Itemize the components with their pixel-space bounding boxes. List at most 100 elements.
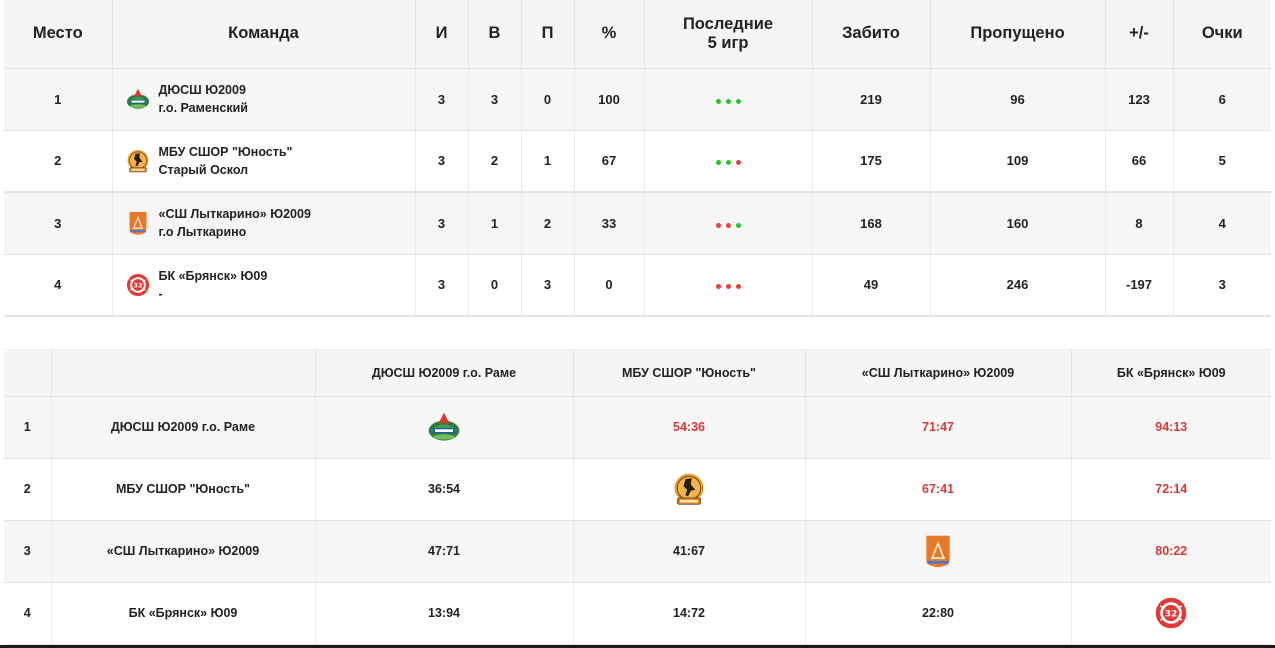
matrix-score-cell[interactable]: 36:54 <box>315 458 574 521</box>
win-dot <box>725 98 731 104</box>
wins-cell: 3 <box>468 68 522 131</box>
team-city: Старый Оскол <box>158 162 249 177</box>
matrix-row: 3 «СШ Лыткарино» Ю2009 47:71 41:67 80:22 <box>4 520 1271 583</box>
win-dot <box>725 160 731 166</box>
header-last5-line1: Последние <box>682 14 774 33</box>
percent-cell: 33 <box>574 192 645 255</box>
conceded-cell: 246 <box>930 254 1106 317</box>
diff-cell: 8 <box>1105 192 1174 255</box>
team-cell[interactable]: «СШ Лыткарино» Ю2009 г.о Лыткарино <box>112 192 416 255</box>
matrix-score-cell[interactable]: 22:80 <box>805 582 1072 645</box>
matrix-header-empty-idx <box>4 350 52 397</box>
place-cell: 3 <box>4 192 113 255</box>
conceded-cell: 109 <box>930 130 1106 193</box>
header-team[interactable]: Команда <box>112 0 416 69</box>
header-games[interactable]: И <box>415 0 469 69</box>
last5-dots <box>715 222 741 228</box>
standings-row: 2 МБУ СШОР "Юность" Старый Оскол 3 2 1 6… <box>4 130 1271 193</box>
scored-cell: 175 <box>812 130 931 193</box>
wins-cell: 0 <box>468 254 522 317</box>
diff-cell: -197 <box>1105 254 1174 317</box>
matrix-score-cell[interactable]: 94:13 <box>1071 396 1271 459</box>
matrix-self-cell <box>573 458 806 521</box>
matrix-header-team-2[interactable]: МБУ СШОР "Юность" <box>573 350 806 397</box>
header-percent[interactable]: % <box>574 0 645 69</box>
header-scored[interactable]: Забито <box>812 0 931 69</box>
loss-dot <box>735 160 741 166</box>
matrix-score-cell[interactable]: 71:47 <box>805 396 1072 459</box>
header-wins[interactable]: В <box>468 0 522 69</box>
ramenskoe-logo-icon <box>426 409 462 445</box>
matrix-row-index: 2 <box>4 458 52 521</box>
matrix-score-cell[interactable]: 54:36 <box>573 396 806 459</box>
last5-cell <box>644 68 813 131</box>
matrix-score-cell[interactable]: 41:67 <box>573 520 806 583</box>
losses-cell: 2 <box>521 192 575 255</box>
matrix-score-cell[interactable]: 47:71 <box>315 520 574 583</box>
matrix-row: 1 ДЮСШ Ю2009 г.о. Раме 54:36 71:47 94:13 <box>4 396 1271 459</box>
tables-spacer <box>4 317 1271 350</box>
standings-table: Место Команда И В П % Последние 5 игр За… <box>4 0 1271 317</box>
matrix-score-cell[interactable]: 67:41 <box>805 458 1072 521</box>
last5-dots <box>715 160 741 166</box>
matrix-row-team[interactable]: БК «Брянск» Ю09 <box>51 582 316 645</box>
points-cell: 4 <box>1173 192 1271 255</box>
loss-dot <box>735 284 741 290</box>
loss-dot <box>725 222 731 228</box>
team-name[interactable]: ДЮСШ Ю2009 <box>159 81 248 99</box>
win-dot <box>735 98 741 104</box>
results-matrix-table: ДЮСШ Ю2009 г.о. Раме МБУ СШОР "Юность" «… <box>4 350 1271 645</box>
matrix-score-cell[interactable]: 14:72 <box>573 582 806 645</box>
team-name[interactable]: БК «Брянск» Ю09 <box>159 267 268 285</box>
matrix-score-cell[interactable]: 72:14 <box>1071 458 1271 521</box>
scored-cell: 219 <box>812 68 931 131</box>
conceded-cell: 160 <box>930 192 1106 255</box>
win-dot <box>715 98 721 104</box>
lytkarino-logo-icon <box>125 210 151 236</box>
place-cell: 4 <box>4 254 113 317</box>
win-dot <box>735 222 741 228</box>
conceded-cell: 96 <box>930 68 1106 131</box>
team-name[interactable]: «СШ Лыткарино» Ю2009 <box>159 205 311 223</box>
header-place[interactable]: Место <box>4 0 113 69</box>
percent-cell: 0 <box>574 254 645 317</box>
header-last5[interactable]: Последние 5 игр <box>644 0 813 69</box>
matrix-score-cell[interactable]: 80:22 <box>1071 520 1271 583</box>
win-dot <box>715 160 721 166</box>
bryansk-logo-icon <box>1153 595 1189 631</box>
matrix-row-team[interactable]: «СШ Лыткарино» Ю2009 <box>51 520 316 583</box>
header-points[interactable]: Очки <box>1173 0 1271 69</box>
games-cell: 3 <box>415 254 469 317</box>
wins-cell: 1 <box>468 192 522 255</box>
matrix-row-index: 3 <box>4 520 52 583</box>
last5-cell <box>644 192 813 255</box>
header-diff[interactable]: +/- <box>1105 0 1174 69</box>
wins-cell: 2 <box>468 130 522 193</box>
team-name[interactable]: МБУ СШОР "Юность" <box>159 143 293 161</box>
matrix-row: 4 БК «Брянск» Ю09 13:94 14:72 22:80 <box>4 582 1271 645</box>
header-conceded[interactable]: Пропущено <box>930 0 1106 69</box>
last5-dots <box>715 98 741 104</box>
matrix-score-cell[interactable]: 13:94 <box>315 582 574 645</box>
percent-cell: 67 <box>574 130 645 193</box>
matrix-header-empty-team <box>51 350 316 397</box>
team-cell[interactable]: БК «Брянск» Ю09 - <box>112 254 416 317</box>
team-cell[interactable]: МБУ СШОР "Юность" Старый Оскол <box>112 130 416 193</box>
header-losses[interactable]: П <box>521 0 575 69</box>
matrix-self-cell <box>805 520 1072 583</box>
matrix-row-index: 1 <box>4 396 52 459</box>
matrix-self-cell <box>315 396 574 459</box>
standings-row: 1 ДЮСШ Ю2009 г.о. Раменский 3 3 0 100 21… <box>4 68 1271 131</box>
team-cell[interactable]: ДЮСШ Ю2009 г.о. Раменский <box>112 68 416 131</box>
last5-cell <box>644 130 813 193</box>
standings-row: 4 БК «Брянск» Ю09 - 3 0 3 0 49 246 -197 … <box>4 254 1271 317</box>
points-cell: 6 <box>1173 68 1271 131</box>
yunost-logo-icon <box>125 148 151 174</box>
matrix-row-team[interactable]: МБУ СШОР "Юность" <box>51 458 316 521</box>
matrix-row-team[interactable]: ДЮСШ Ю2009 г.о. Раме <box>51 396 316 459</box>
points-cell: 5 <box>1173 130 1271 193</box>
matrix-header-team-3[interactable]: «СШ Лыткарино» Ю2009 <box>805 350 1072 397</box>
matrix-header-team-1[interactable]: ДЮСШ Ю2009 г.о. Раме <box>315 350 574 397</box>
matrix-header-team-4[interactable]: БК «Брянск» Ю09 <box>1071 350 1271 397</box>
last5-cell <box>644 254 813 317</box>
